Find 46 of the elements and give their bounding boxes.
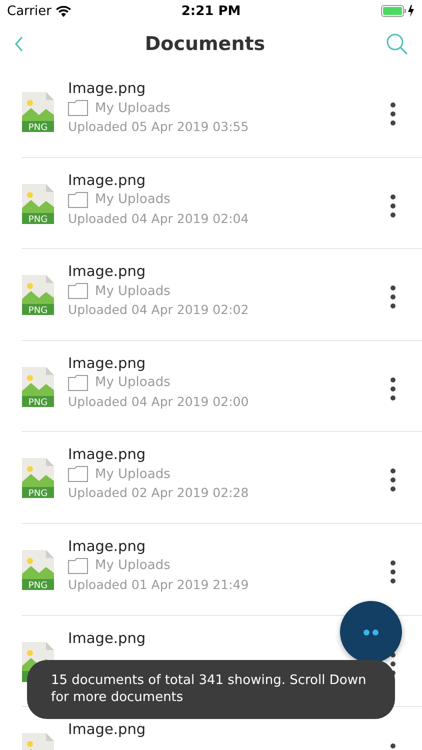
upload-date: Uploaded 05 Apr 2019 03:55 [68,119,250,134]
more-options-button[interactable] [388,283,398,312]
folder-icon [68,192,88,208]
file-name[interactable]: Image.png [68,172,146,189]
file-name[interactable]: Image.png [68,447,146,464]
folder-icon [68,466,88,482]
file-name[interactable]: Image.png [68,538,146,555]
folder-name: My Uploads [95,375,170,390]
upload-date: Uploaded 04 Apr 2019 02:02 [68,302,250,318]
file-name[interactable]: Image.png [68,722,146,738]
image-file-icon: PNG [22,184,54,224]
image-file-icon: PNG [22,275,54,316]
folder-name: My Uploads [95,466,170,482]
file-name[interactable]: Image.png [68,81,146,97]
upload-date: Uploaded 02 Apr 2019 02:28 [68,485,250,500]
folder-name: My Uploads [95,100,170,116]
folder-icon [68,374,88,391]
file-name[interactable]: Image.png [68,356,146,372]
dots-icon [363,628,379,636]
document-count-toast: 15 documents of total 341 showing. Scroll Down for more documents [27,660,395,719]
carrier-name: Carrier [7,4,52,18]
floating-action-button[interactable] [340,601,402,663]
upload-date: Uploaded 01 Apr 2019 21:49 [68,576,250,592]
image-file-icon: PNG [22,92,54,132]
upload-date: Uploaded 04 Apr 2019 02:00 [68,394,250,409]
folder-icon [68,283,88,300]
folder-name: My Uploads [95,284,170,299]
folder-icon [68,558,88,574]
battery-icon [381,5,415,17]
more-options-button[interactable] [388,100,398,128]
screen-title: Documents [144,33,266,55]
image-file-icon: PNG [22,458,54,498]
upload-date: Uploaded 04 Apr 2019 02:04 [68,210,250,226]
wifi-icon [56,6,72,16]
folder-name: My Uploads [95,558,170,574]
status-time: 2:21 PM [181,4,241,18]
file-name[interactable]: Image.png [68,264,146,280]
more-options-button[interactable] [388,374,398,403]
image-file-icon: PNG [22,550,54,590]
more-options-button[interactable] [388,558,398,586]
folder-name: My Uploads [95,192,170,208]
more-options-button[interactable] [388,192,398,220]
image-file-icon: PNG [22,366,54,407]
file-name[interactable]: Image.png [68,630,146,647]
folder-icon [68,100,88,116]
more-options-button[interactable] [388,466,398,494]
